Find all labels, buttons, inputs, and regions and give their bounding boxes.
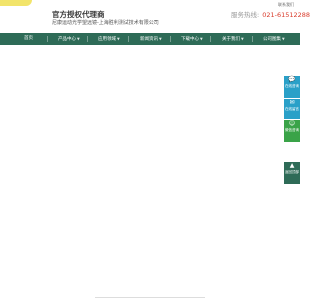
nav-item-about[interactable]: 关于我们▼ [222,33,244,45]
up-arrow-icon: ▲ [289,162,295,169]
float-label: 返回顶部 [285,170,299,174]
nav-item-label: 下载中心 [181,37,199,42]
nav-item-applications[interactable]: 应用领域▼ [98,33,120,45]
brand-title: 官方授权代理商 [52,10,105,19]
nav-item-label: 关于我们 [222,37,240,42]
divider [95,297,205,298]
nav-item-label: 产品中心 [58,37,76,42]
nav-divider [128,36,129,42]
chevron-down-icon: ▼ [159,37,162,41]
nav-divider [87,36,88,42]
logo-shape [0,0,32,6]
chevron-down-icon: ▼ [282,37,285,41]
nav-item-label: 公司图集 [263,37,281,42]
contact-link[interactable]: 联系我们 [278,2,294,8]
main-nav: 首页 产品中心▼ 应用领域▼ 新闻资讯▼ 下载中心▼ 关于我们▼ 公司图集▼ [0,33,300,45]
float-label: 在线留言 [285,107,299,111]
hotline: 服务热线: 021-61512288 [231,11,310,20]
float-label: 在线咨询 [285,84,299,88]
chevron-down-icon: ▼ [77,37,80,41]
chevron-down-icon: ▼ [117,37,120,41]
nav-item-downloads[interactable]: 下载中心▼ [181,33,203,45]
chevron-down-icon: ▼ [200,37,203,41]
hotline-number[interactable]: 021-61512288 [262,11,310,19]
wechat-icon: ☺ [288,120,296,127]
brand-subtitle: 尼康运动光学望远镜-上海胜利测试技术有限公司 [52,20,159,26]
nav-divider [252,36,253,42]
nav-divider [47,36,48,42]
hotline-label: 服务热线: [231,11,260,19]
nav-item-label: 首页 [24,36,33,41]
chevron-down-icon: ▼ [241,37,244,41]
chat-icon: 💬 [288,76,296,83]
wechat-consult-button[interactable]: ☺ 微信咨询 [284,120,300,142]
nav-divider [210,36,211,42]
nav-item-news[interactable]: 新闻资讯▼ [140,33,162,45]
nav-item-products[interactable]: 产品中心▼ [58,33,80,45]
nav-item-gallery[interactable]: 公司图集▼ [263,33,285,45]
back-to-top-button[interactable]: ▲ 返回顶部 [284,162,300,184]
online-message-button[interactable]: ✉ 在线留言 [284,99,300,119]
float-label: 微信咨询 [285,128,299,132]
nav-item-label: 应用领域 [98,37,116,42]
nav-divider [170,36,171,42]
nav-item-home[interactable]: 首页 [24,33,33,45]
online-consult-button[interactable]: 💬 在线咨询 [284,76,300,98]
nav-item-label: 新闻资讯 [140,37,158,42]
message-icon: ✉ [289,99,295,106]
